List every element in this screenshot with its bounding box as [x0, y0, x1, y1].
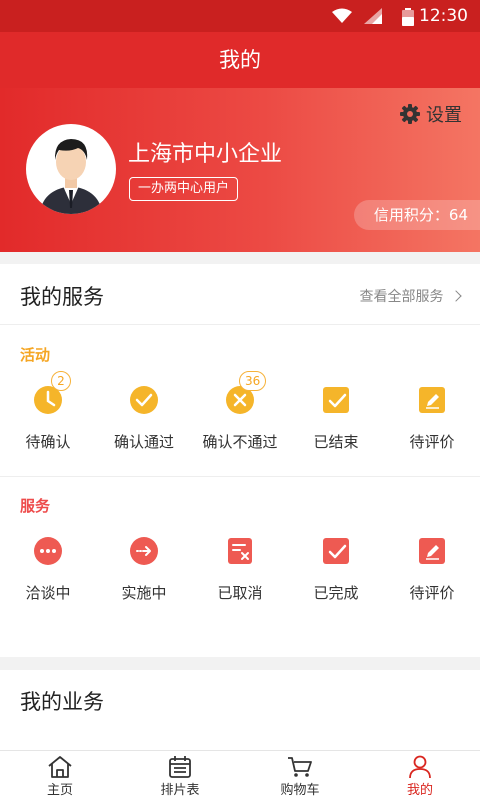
- tab-label: 排片表: [160, 783, 200, 798]
- service-status-row: 洽谈中 实施中 已取消 已完成 待评价: [0, 536, 480, 603]
- settings-button[interactable]: 设置: [400, 102, 462, 126]
- user-avatar-icon: [40, 139, 102, 214]
- view-all-services-link[interactable]: 查看全部服务: [359, 286, 462, 306]
- edit-icon: [419, 387, 445, 413]
- activity-section-label: 活动: [20, 346, 51, 364]
- service-cancelled[interactable]: 已取消: [192, 536, 288, 603]
- tab-label: 我的: [406, 783, 433, 798]
- title-bar: 我的: [0, 32, 480, 88]
- home-icon: [48, 756, 72, 778]
- my-services-card: 我的服务 查看全部服务 活动 2 待确认 确认通过 36 确认不通过 已结束 待…: [0, 264, 480, 657]
- avatar[interactable]: [26, 124, 116, 214]
- tab-mine[interactable]: 我的: [360, 751, 480, 801]
- chat-icon: [34, 537, 62, 565]
- service-item-label: 待评价: [409, 584, 455, 602]
- activity-rejected[interactable]: 36 确认不通过: [192, 371, 288, 452]
- service-to-review[interactable]: 待评价: [384, 536, 480, 603]
- my-business-title: 我的业务: [20, 690, 104, 714]
- my-services-title: 我的服务: [20, 285, 104, 309]
- user-type-tag: 一办两中心用户: [129, 177, 239, 201]
- cart-icon: [288, 757, 312, 777]
- view-all-services-label: 查看全部服务: [359, 289, 444, 305]
- service-completed[interactable]: 已完成: [288, 536, 384, 603]
- activity-ended[interactable]: 已结束: [288, 385, 384, 452]
- service-item-label: 已完成: [313, 584, 359, 602]
- check-circle-icon: [130, 386, 158, 414]
- service-item-label: 实施中: [121, 584, 167, 602]
- tab-cart[interactable]: 购物车: [240, 751, 360, 801]
- tab-label: 购物车: [280, 783, 320, 798]
- activity-status-row: 2 待确认 确认通过 36 确认不通过 已结束 待评价: [0, 371, 480, 452]
- service-item-label: 洽谈中: [25, 584, 71, 602]
- settings-label: 设置: [426, 105, 462, 126]
- tab-label: 主页: [46, 783, 73, 798]
- activity-to-review[interactable]: 待评价: [384, 385, 480, 452]
- arrow-right-circle-icon: [130, 537, 158, 565]
- activity-item-label: 确认不通过: [202, 433, 278, 451]
- company-name: 上海市中小企业: [128, 142, 283, 167]
- signal-icon: [364, 8, 382, 24]
- activity-item-label: 待评价: [409, 433, 455, 451]
- pending-count-badge: 2: [51, 371, 71, 391]
- rejected-count-badge: 36: [239, 371, 267, 391]
- gear-icon: [400, 104, 420, 124]
- tab-schedule[interactable]: 排片表: [120, 751, 240, 801]
- chevron-right-icon: [450, 290, 462, 302]
- activity-item-label: 待确认: [25, 433, 71, 451]
- my-business-card: 我的业务: [0, 670, 480, 750]
- tab-home[interactable]: 主页: [0, 751, 120, 801]
- wifi-icon: [332, 8, 352, 23]
- edit-icon: [419, 538, 445, 564]
- page-title: 我的: [219, 48, 261, 72]
- clock-time: 12:30: [419, 6, 468, 26]
- service-section-label: 服务: [20, 497, 51, 515]
- activity-item-label: 已结束: [313, 433, 359, 451]
- my-services-header: 我的服务 查看全部服务: [0, 264, 480, 325]
- service-item-label: 已取消: [217, 584, 263, 602]
- service-in-progress[interactable]: 实施中: [96, 536, 192, 603]
- service-negotiating[interactable]: 洽谈中: [0, 536, 96, 603]
- calendar-icon: [169, 756, 191, 778]
- activity-pending-confirm[interactable]: 2 待确认: [0, 371, 96, 452]
- status-bar: 12:30: [0, 0, 480, 32]
- section-divider: [0, 476, 480, 477]
- activity-item-label: 确认通过: [113, 433, 174, 451]
- user-icon: [409, 755, 431, 779]
- check-square-icon: [323, 387, 349, 413]
- bottom-tab-bar: 主页 排片表 购物车 我的: [0, 750, 480, 801]
- cancel-doc-icon: [228, 538, 252, 564]
- battery-icon: [402, 8, 414, 26]
- credit-score-badge[interactable]: 信用积分：64: [353, 200, 480, 230]
- check-square-icon: [323, 538, 349, 564]
- profile-header: 上海市中小企业 一办两中心用户 设置 信用积分：64: [0, 88, 480, 252]
- activity-confirmed[interactable]: 确认通过: [96, 385, 192, 452]
